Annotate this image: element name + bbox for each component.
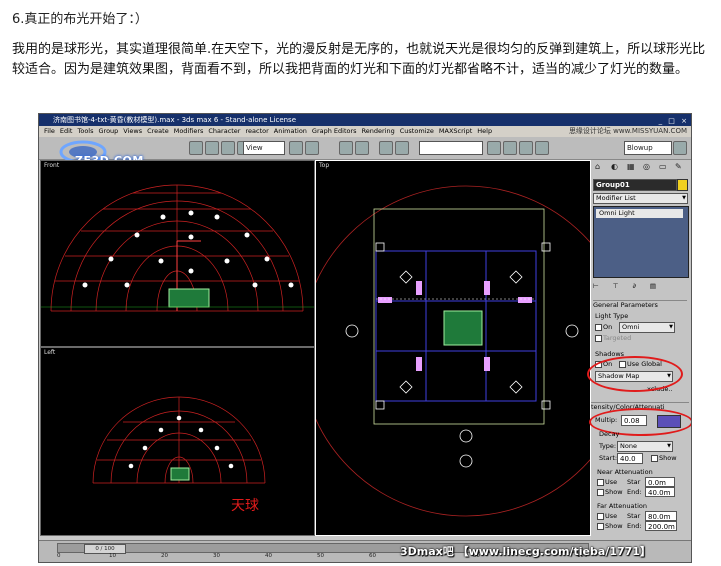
menu-item-graph-editors[interactable]: Graph Editors [312, 126, 357, 137]
render-scene-icon[interactable] [519, 141, 533, 155]
material-editor-icon[interactable] [503, 141, 517, 155]
menu-item-maxscript[interactable]: MAXScript [439, 126, 472, 137]
near-atten-label: Near Attenuation [597, 468, 653, 476]
near-end-label: End: [627, 488, 642, 496]
menu-item-reactor[interactable]: reactor [245, 126, 268, 137]
light-type-dropdown[interactable]: Omni [619, 322, 675, 333]
decay-show-checkbox[interactable]: Show [651, 454, 677, 462]
top-plan-wireframe [300, 185, 632, 517]
near-use-checkbox[interactable]: Use [597, 478, 617, 486]
render-type-select[interactable]: Blowup [624, 141, 672, 155]
command-panel-tabs[interactable]: ⌂ ◐ ▦ ◎ ▭ ✎ [591, 160, 691, 174]
targeted-checkbox[interactable]: Targeted [595, 334, 631, 342]
near-start-label: Star [627, 478, 641, 486]
move-icon[interactable] [221, 141, 235, 155]
viewport-left[interactable]: Left 天球 [40, 347, 315, 536]
far-start-label: Star [627, 512, 641, 520]
object-name-field[interactable]: Group01 [593, 179, 677, 191]
far-start-input[interactable]: 80.0m [645, 511, 677, 521]
snap-icon[interactable] [305, 141, 319, 155]
window-titlebar: 济南图书馆-4-txt-黄昏(教材模型).max - 3ds max 6 - S… [39, 114, 691, 126]
pivot-icon[interactable] [289, 141, 303, 155]
near-start-input[interactable]: 0.0m [645, 477, 675, 487]
modifier-stack[interactable]: Omni Light [593, 206, 689, 278]
create-tab-icon[interactable]: ⌂ [595, 162, 600, 171]
select-icon[interactable] [189, 141, 203, 155]
timeline-tick: 20 [161, 553, 168, 559]
decay-type-dropdown[interactable]: None [617, 441, 673, 452]
timeline-tick: 50 [317, 553, 324, 559]
near-end-input[interactable]: 40.0m [645, 487, 675, 497]
timeline-tick: 10 [109, 553, 116, 559]
article-paragraph: 我用的是球形光，其实道理很简单.在天空下，光的漫反射是无序的，也就说天光是很均匀… [12, 42, 706, 77]
display-tab-icon[interactable]: ▭ [659, 162, 667, 171]
command-panel: ⌂ ◐ ▦ ◎ ▭ ✎ Group01 Modifier List Omni L… [587, 160, 691, 540]
stack-buttons[interactable]: ⊢ ⊤ ∂ ▤ [593, 282, 662, 290]
decay-label: Decay [599, 430, 620, 438]
named-selection-select[interactable] [419, 141, 483, 155]
timeline-tick: 60 [369, 553, 376, 559]
decay-start-input[interactable]: 40.0 [617, 453, 643, 464]
angle-snap-icon[interactable] [339, 141, 353, 155]
viewport-left-label[interactable]: Left [44, 349, 55, 356]
hierarchy-tab-icon[interactable]: ▦ [627, 162, 635, 171]
shadow-highlight-ring [587, 356, 683, 392]
menu-item-rendering[interactable]: Rendering [362, 126, 395, 137]
viewport-front-label[interactable]: Front [44, 162, 59, 169]
modifier-list-dropdown[interactable]: Modifier List [593, 193, 688, 204]
reference-coord-select[interactable]: View [243, 141, 285, 155]
decay-type-label: Type: [599, 442, 617, 450]
modify-tab-icon[interactable]: ◐ [611, 162, 618, 171]
far-use-checkbox[interactable]: Use [597, 512, 617, 520]
stack-item-omni-light[interactable]: Omni Light [596, 209, 683, 218]
quick-render-icon[interactable] [535, 141, 549, 155]
menu-item-help[interactable]: Help [477, 126, 492, 137]
article-heading: 6.真正的布光开始了：） [12, 12, 148, 27]
object-color-swatch[interactable] [677, 179, 688, 191]
menu-item-customize[interactable]: Customize [400, 126, 434, 137]
brand-watermark: 思缘设计论坛 www.MISSYUAN.COM [568, 127, 687, 135]
window-title: 济南图书馆-4-txt-黄昏(教材模型).max - 3ds max 6 - S… [53, 116, 297, 124]
curve-editor-icon[interactable] [487, 141, 501, 155]
light-type-label: Light Type [595, 312, 629, 320]
left-dome-wireframe: 天球 [92, 396, 266, 514]
far-atten-label: Far Attenuation [597, 502, 647, 510]
front-dome-wireframe [41, 184, 314, 312]
viewport-top[interactable]: Top [300, 160, 632, 536]
motion-tab-icon[interactable]: ◎ [643, 162, 650, 171]
dome-annotation: 天球 [231, 498, 259, 514]
align-icon[interactable] [395, 141, 409, 155]
far-show-checkbox[interactable]: Show [597, 522, 623, 530]
mirror-icon[interactable] [379, 141, 393, 155]
viewport-front[interactable]: Front [40, 160, 315, 347]
menu-item-modifiers[interactable]: Modifiers [174, 126, 204, 137]
utilities-tab-icon[interactable]: ✎ [675, 162, 682, 171]
viewport-top-label[interactable]: Top [319, 162, 329, 169]
timeline-tick: 0 [57, 553, 61, 559]
decay-start-label: Start: [599, 454, 618, 462]
max-screenshot: 济南图书馆-4-txt-黄昏(教材模型).max - 3ds max 6 - S… [38, 113, 692, 563]
general-parameters-rollout[interactable]: General Parameters [593, 300, 687, 309]
footer-watermark: 3Dmax吧 【www.linecg.com/tieba/1771】 [400, 545, 651, 558]
timeline-tick: 30 [213, 553, 220, 559]
light-on-checkbox[interactable]: On [595, 323, 612, 331]
far-end-label: End: [627, 522, 642, 530]
menu-item-character[interactable]: Character [208, 126, 240, 137]
percent-snap-icon[interactable] [355, 141, 369, 155]
select-region-icon[interactable] [205, 141, 219, 155]
render-last-icon[interactable] [673, 141, 687, 155]
menu-item-animation[interactable]: Animation [274, 126, 307, 137]
far-end-input[interactable]: 200.0m [645, 521, 677, 531]
timeline-tick: 40 [265, 553, 272, 559]
near-show-checkbox[interactable]: Show [597, 488, 623, 496]
